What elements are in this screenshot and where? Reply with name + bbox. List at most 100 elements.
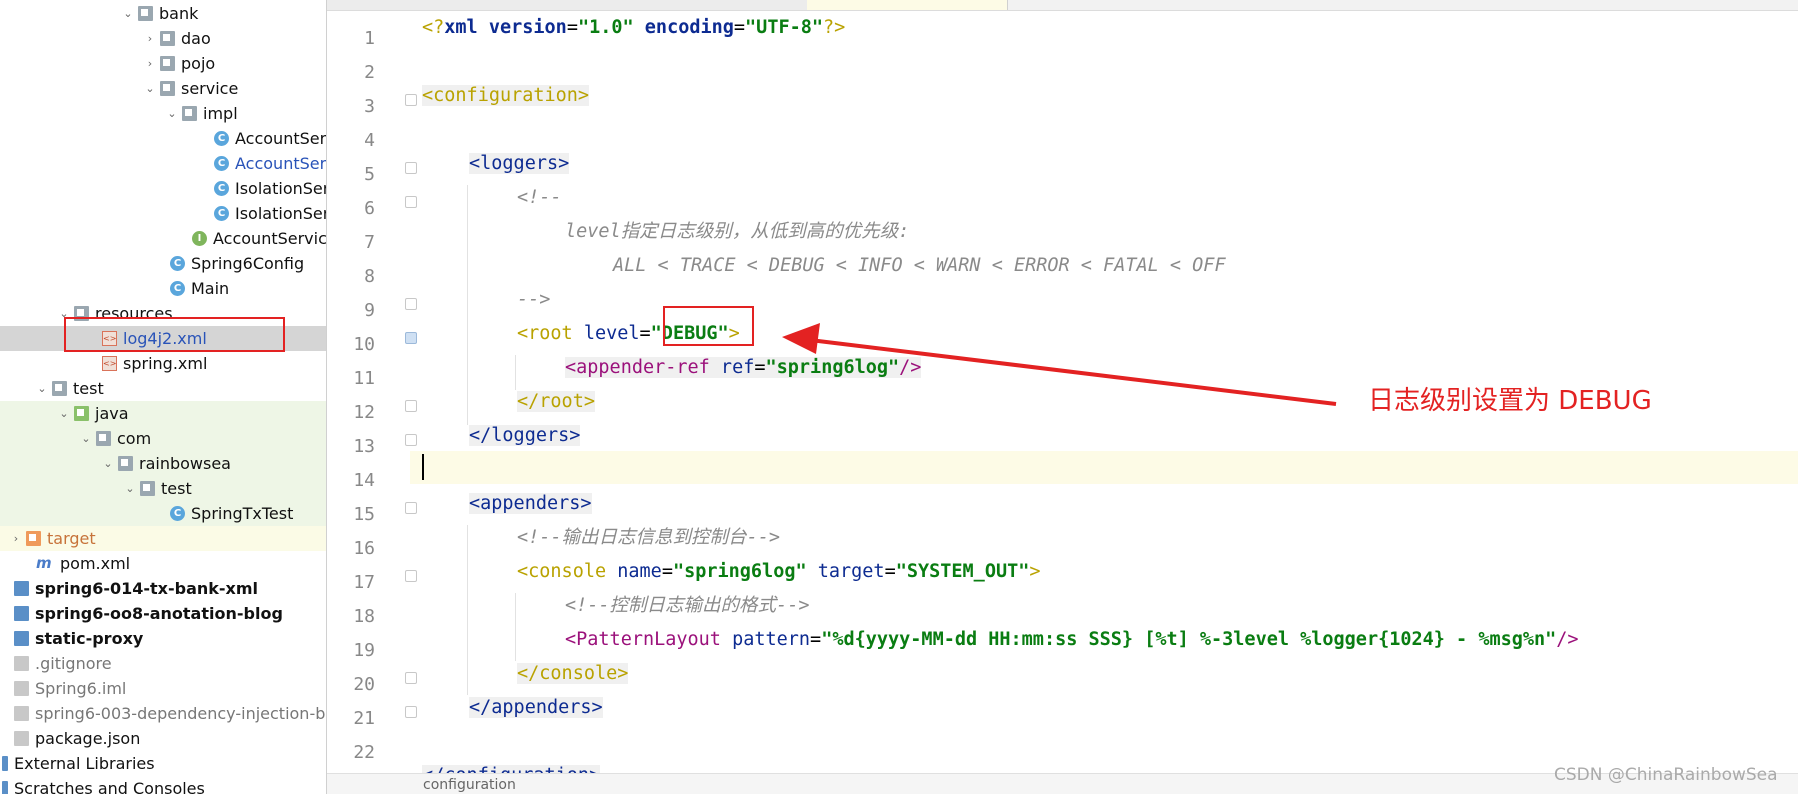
- code-line-8: ALL < TRACE < DEBUG < INFO < WARN < ERRO…: [613, 255, 1226, 276]
- file-icon: [14, 706, 29, 721]
- chevron-down-icon[interactable]: ⌄: [120, 7, 136, 20]
- line-number: 22: [353, 742, 375, 763]
- chevron-right-icon[interactable]: ›: [8, 532, 24, 545]
- tree-node-external-libraries[interactable]: External Libraries: [0, 751, 326, 776]
- chevron-down-icon[interactable]: ⌄: [100, 457, 116, 470]
- folder-icon: [182, 106, 197, 121]
- breadcrumb-item[interactable]: configuration: [423, 777, 516, 793]
- tree-node-dao[interactable]: › dao: [0, 26, 326, 51]
- fold-marker-icon[interactable]: [405, 434, 417, 446]
- line-number: 11: [353, 368, 375, 389]
- code-line-18: <!--控制日志输出的格式-->: [565, 595, 810, 616]
- tree-node-pom-xml[interactable]: m pom.xml: [0, 551, 326, 576]
- line-number: 17: [353, 572, 375, 593]
- tree-node-test-package[interactable]: ⌄ test: [0, 476, 326, 501]
- chevron-right-icon[interactable]: ›: [142, 32, 158, 45]
- class-icon: C: [214, 131, 229, 146]
- tree-node-bank[interactable]: ⌄ bank: [0, 1, 326, 26]
- line-number: 10: [353, 334, 375, 355]
- tree-node-spring-xml[interactable]: <> spring.xml: [0, 351, 326, 376]
- line-number: 21: [353, 708, 375, 729]
- tree-node-class[interactable]: C AccountServ: [0, 151, 326, 176]
- folder-icon: [118, 456, 133, 471]
- annotation-label: 日志级别设置为 DEBUG: [1368, 386, 1652, 416]
- code-line-13: </loggers>: [469, 425, 581, 446]
- tree-node-class[interactable]: C AccountServ: [0, 126, 326, 151]
- tree-node-file[interactable]: spring6-003-dependency-injection-blog: [0, 701, 326, 726]
- chevron-down-icon[interactable]: ⌄: [56, 407, 72, 420]
- interface-icon: I: [192, 231, 207, 246]
- line-number: 13: [353, 436, 375, 457]
- line-number: 16: [353, 538, 375, 559]
- tree-node-module[interactable]: spring6-oo8-anotation-blog: [0, 601, 326, 626]
- chevron-down-icon[interactable]: ⌄: [78, 432, 94, 445]
- current-line-highlight: [410, 451, 1798, 484]
- tree-node-java[interactable]: ⌄ java: [0, 401, 326, 426]
- line-number: 6: [364, 198, 375, 219]
- line-number: 12: [353, 402, 375, 423]
- tree-node-com[interactable]: ⌄ com: [0, 426, 326, 451]
- tree-node-file[interactable]: package.json: [0, 726, 326, 751]
- file-icon: [14, 731, 29, 746]
- line-number: 15: [353, 504, 375, 525]
- tree-node-pojo[interactable]: › pojo: [0, 51, 326, 76]
- tree-node-class[interactable]: CIsolationServ: [0, 201, 326, 226]
- fold-marker-icon[interactable]: [405, 162, 417, 174]
- library-icon: [2, 756, 8, 771]
- tree-node-interface[interactable]: I AccountService: [0, 226, 326, 251]
- fold-marker-icon[interactable]: [405, 94, 417, 106]
- folder-icon: [140, 481, 155, 496]
- tree-node-class[interactable]: C Spring6Config: [0, 251, 326, 276]
- fold-marker-icon[interactable]: [405, 502, 417, 514]
- tree-node-class[interactable]: C Main: [0, 276, 326, 301]
- tree-node-module[interactable]: static-proxy: [0, 626, 326, 651]
- annotation-highlight-box: [64, 317, 285, 352]
- tree-node-target[interactable]: › target: [0, 526, 326, 551]
- tree-node-module[interactable]: spring6-014-tx-bank-xml: [0, 576, 326, 601]
- editor-tab-bar: [327, 0, 1798, 11]
- fold-marker-icon[interactable]: [405, 570, 417, 582]
- line-number: 8: [364, 266, 375, 287]
- class-icon: C: [170, 256, 185, 271]
- tree-node-file[interactable]: .gitignore: [0, 651, 326, 676]
- line-number: 3: [364, 96, 375, 117]
- class-icon: C: [170, 506, 185, 521]
- tree-node-test[interactable]: ⌄ test: [0, 376, 326, 401]
- module-icon: [14, 581, 29, 596]
- line-number: 14: [353, 470, 375, 491]
- editor-tab[interactable]: [617, 0, 808, 10]
- tree-node-service[interactable]: ⌄ service: [0, 76, 326, 101]
- tree-node-rainbowsea[interactable]: ⌄ rainbowsea: [0, 451, 326, 476]
- tree-node-impl[interactable]: ⌄ impl: [0, 101, 326, 126]
- fold-marker-icon[interactable]: [405, 196, 417, 208]
- chevron-down-icon[interactable]: ⌄: [164, 107, 180, 120]
- class-icon: C: [214, 206, 229, 221]
- folder-icon: [138, 6, 153, 21]
- code-line-3: <configuration>: [422, 85, 590, 106]
- line-number: 7: [364, 232, 375, 253]
- fold-marker-icon[interactable]: [405, 706, 417, 718]
- chevron-down-icon[interactable]: ⌄: [142, 82, 158, 95]
- tree-node-class[interactable]: CIsolationServ: [0, 176, 326, 201]
- file-icon: [14, 681, 29, 696]
- folder-icon: [160, 56, 175, 71]
- class-icon: C: [214, 156, 229, 171]
- fold-marker-icon[interactable]: [405, 332, 417, 344]
- fold-marker-icon[interactable]: [405, 400, 417, 412]
- class-icon: C: [170, 281, 185, 296]
- fold-marker-icon[interactable]: [405, 672, 417, 684]
- tree-node-file[interactable]: Spring6.iml: [0, 676, 326, 701]
- tree-node-scratches[interactable]: Scratches and Consoles: [0, 776, 326, 794]
- tree-node-class[interactable]: C SpringTxTest: [0, 501, 326, 526]
- chevron-down-icon[interactable]: ⌄: [34, 382, 50, 395]
- indent-guide: [515, 593, 516, 661]
- project-tree-panel: ⌄ bank › dao › pojo ⌄ service ⌄ impl C Account…: [0, 0, 327, 794]
- editor-tab-active[interactable]: [807, 0, 1008, 10]
- editor-tab[interactable]: [327, 0, 618, 10]
- fold-marker-icon[interactable]: [405, 298, 417, 310]
- maven-icon: m: [36, 554, 52, 572]
- chevron-down-icon[interactable]: ⌄: [122, 482, 138, 495]
- code-line-20: </console>: [517, 663, 629, 684]
- line-number-gutter: 1 2 3 4 5 6 7 8 9 10 11 12 13 14 15 16 1…: [327, 11, 417, 794]
- chevron-right-icon[interactable]: ›: [142, 57, 158, 70]
